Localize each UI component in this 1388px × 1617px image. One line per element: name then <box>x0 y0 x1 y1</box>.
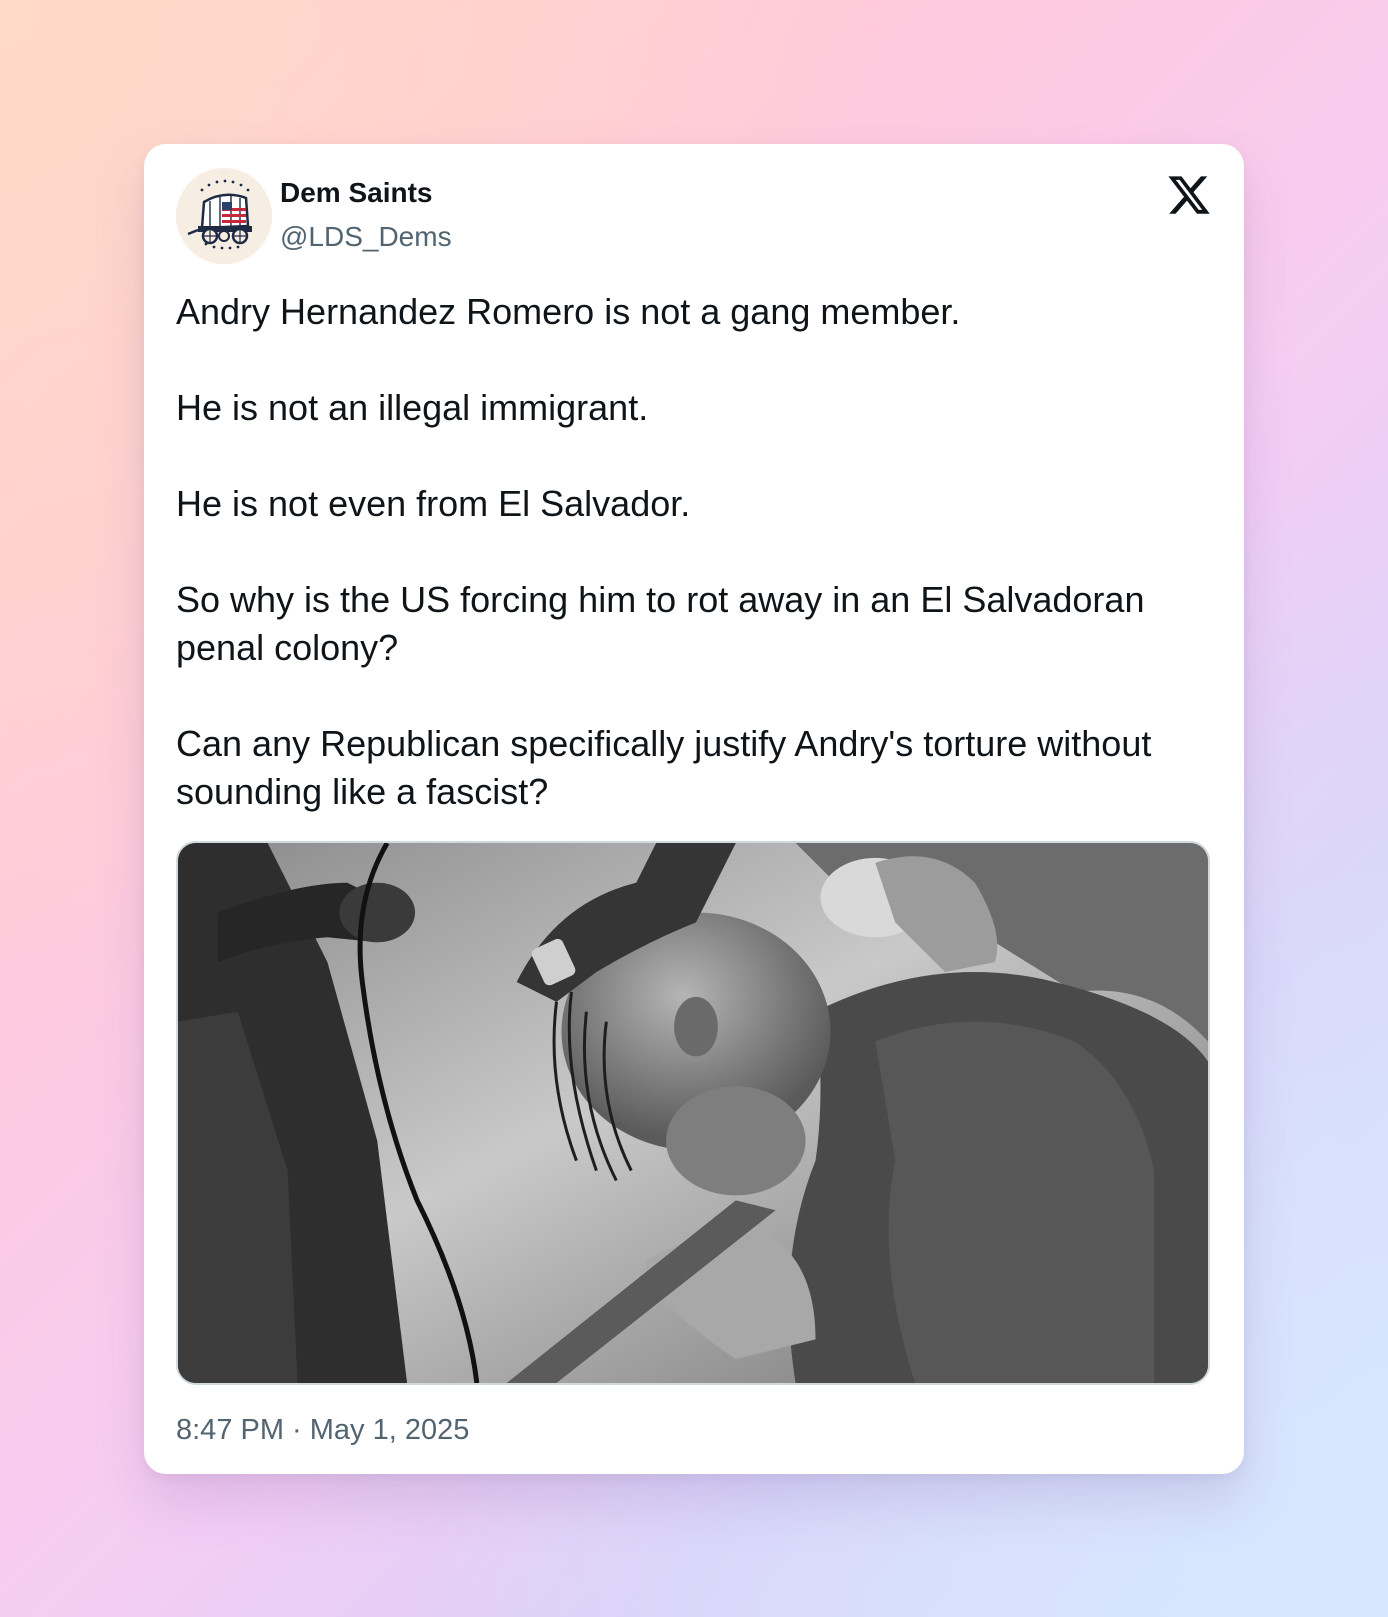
tweet-paragraph: So why is the US forcing him to rot away… <box>176 579 1145 668</box>
avatar[interactable] <box>176 168 272 264</box>
tweet-paragraph: Can any Republican specifically justify … <box>176 723 1152 812</box>
x-logo-icon[interactable] <box>1166 172 1212 218</box>
tweet-paragraph: He is not an illegal immigrant. <box>176 387 649 428</box>
author-handle[interactable]: @LDS_Dems <box>280 220 452 254</box>
tweet-paragraph: Andry Hernandez Romero is not a gang mem… <box>176 291 961 332</box>
author-name[interactable]: Dem Saints <box>280 176 433 210</box>
covered-wagon-flag-icon <box>176 168 272 264</box>
photo-placeholder <box>178 843 1208 1383</box>
tweet-card: Dem Saints @LDS_Dems Andry Hernandez Rom… <box>144 144 1244 1474</box>
tweet-timestamp[interactable]: 8:47 PM · May 1, 2025 <box>176 1412 469 1448</box>
tweet-photo[interactable] <box>176 841 1210 1385</box>
tweet-text: Andry Hernandez Romero is not a gang mem… <box>176 288 1196 816</box>
tweet-paragraph: He is not even from El Salvador. <box>176 483 691 524</box>
